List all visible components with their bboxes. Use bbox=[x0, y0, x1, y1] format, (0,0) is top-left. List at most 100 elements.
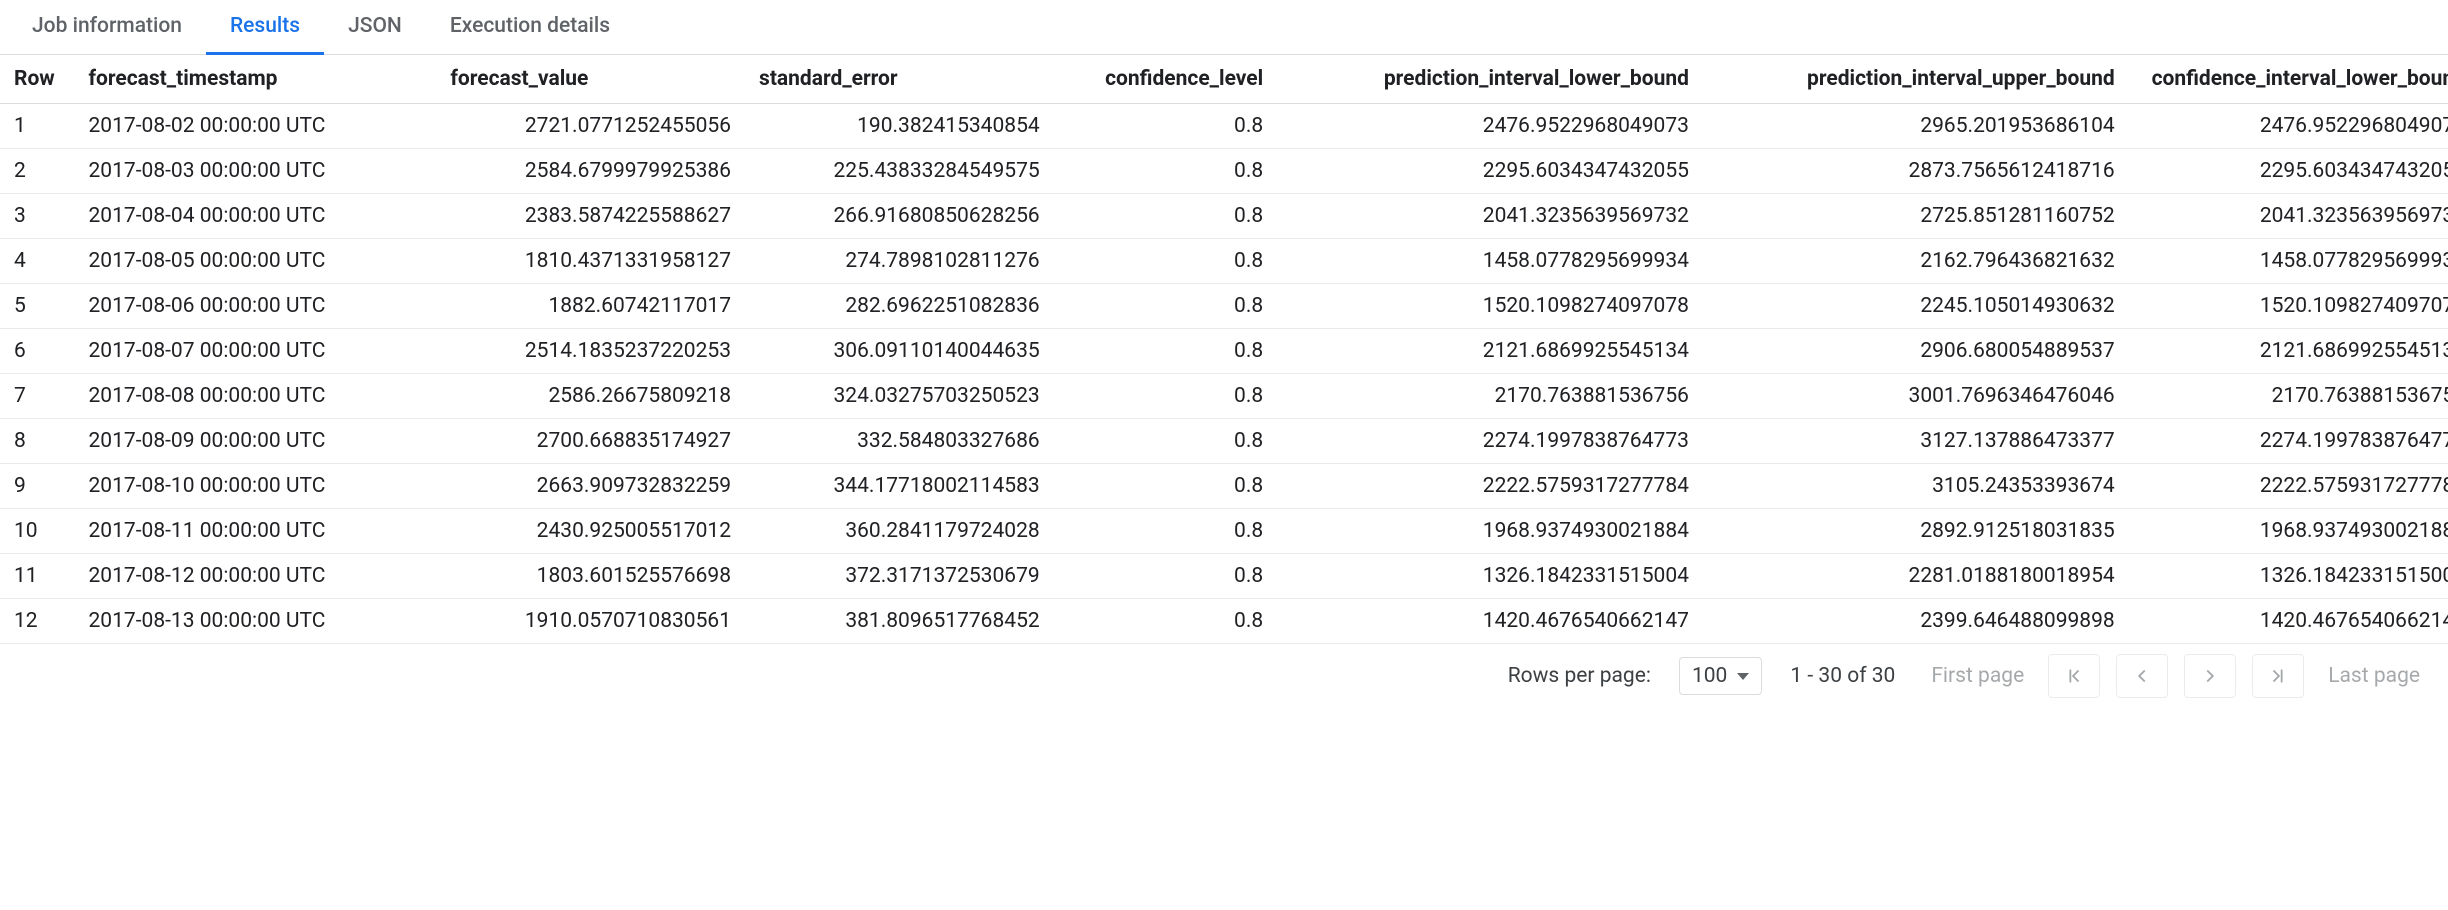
cell-cl: 0.8 bbox=[1054, 104, 1278, 149]
table-header-row: Row forecast_timestamp forecast_value st… bbox=[0, 55, 2448, 104]
col-header-row[interactable]: Row bbox=[0, 55, 75, 104]
cell-row: 4 bbox=[0, 239, 75, 284]
cell-pil: 2041.3235639569732 bbox=[1277, 194, 1703, 239]
col-header-confidence-lower[interactable]: confidence_interval_lower_bound bbox=[2129, 55, 2448, 104]
cell-fv: 1803.601525576698 bbox=[436, 554, 745, 599]
table-row[interactable]: 112017-08-12 00:00:00 UTC1803.6015255766… bbox=[0, 554, 2448, 599]
cell-se: 306.09110140044635 bbox=[745, 329, 1054, 374]
rows-per-page-select[interactable]: 100 bbox=[1679, 657, 1762, 695]
first-page-button[interactable]: First page bbox=[1923, 658, 2032, 694]
cell-piu: 2281.0188180018954 bbox=[1703, 554, 2129, 599]
table-row[interactable]: 52017-08-06 00:00:00 UTC1882.60742117017… bbox=[0, 284, 2448, 329]
cell-row: 6 bbox=[0, 329, 75, 374]
cell-row: 11 bbox=[0, 554, 75, 599]
table-row[interactable]: 92017-08-10 00:00:00 UTC2663.90973283225… bbox=[0, 464, 2448, 509]
cell-cil: 2295.6034347432055 bbox=[2129, 149, 2448, 194]
cell-cl: 0.8 bbox=[1054, 599, 1278, 644]
page-first-icon bbox=[2063, 665, 2085, 687]
col-header-prediction-lower[interactable]: prediction_interval_lower_bound bbox=[1277, 55, 1703, 104]
cell-row: 3 bbox=[0, 194, 75, 239]
table-row[interactable]: 12017-08-02 00:00:00 UTC2721.07712524550… bbox=[0, 104, 2448, 149]
cell-fv: 2586.26675809218 bbox=[436, 374, 745, 419]
cell-fv: 1882.60742117017 bbox=[436, 284, 745, 329]
cell-ts: 2017-08-08 00:00:00 UTC bbox=[75, 374, 437, 419]
col-header-prediction-upper[interactable]: prediction_interval_upper_bound bbox=[1703, 55, 2129, 104]
table-row[interactable]: 62017-08-07 00:00:00 UTC2514.18352372202… bbox=[0, 329, 2448, 374]
page-last-icon bbox=[2267, 665, 2289, 687]
cell-fv: 2584.6799979925386 bbox=[436, 149, 745, 194]
cell-fv: 2514.1835237220253 bbox=[436, 329, 745, 374]
cell-ts: 2017-08-13 00:00:00 UTC bbox=[75, 599, 437, 644]
table-row[interactable]: 32017-08-04 00:00:00 UTC2383.58742255886… bbox=[0, 194, 2448, 239]
last-page-icon-button[interactable] bbox=[2252, 654, 2304, 698]
cell-row: 9 bbox=[0, 464, 75, 509]
cell-piu: 2162.796436821632 bbox=[1703, 239, 2129, 284]
cell-pil: 2121.6869925545134 bbox=[1277, 329, 1703, 374]
cell-row: 2 bbox=[0, 149, 75, 194]
col-header-standard-error[interactable]: standard_error bbox=[745, 55, 1054, 104]
cell-se: 266.91680850628256 bbox=[745, 194, 1054, 239]
cell-ts: 2017-08-10 00:00:00 UTC bbox=[75, 464, 437, 509]
cell-cil: 1968.9374930021884 bbox=[2129, 509, 2448, 554]
cell-se: 324.03275703250523 bbox=[745, 374, 1054, 419]
cell-se: 282.6962251082836 bbox=[745, 284, 1054, 329]
cell-ts: 2017-08-02 00:00:00 UTC bbox=[75, 104, 437, 149]
cell-piu: 2873.7565612418716 bbox=[1703, 149, 2129, 194]
page-range: 1 - 30 of 30 bbox=[1790, 664, 1895, 688]
table-row[interactable]: 22017-08-03 00:00:00 UTC2584.67999799253… bbox=[0, 149, 2448, 194]
cell-piu: 2725.851281160752 bbox=[1703, 194, 2129, 239]
cell-se: 372.3171372530679 bbox=[745, 554, 1054, 599]
table-row[interactable]: 102017-08-11 00:00:00 UTC2430.9250055170… bbox=[0, 509, 2448, 554]
col-header-confidence-level[interactable]: confidence_level bbox=[1054, 55, 1278, 104]
col-header-forecast-value[interactable]: forecast_value bbox=[436, 55, 745, 104]
cell-piu: 3105.24353393674 bbox=[1703, 464, 2129, 509]
last-page-label: Last page bbox=[2328, 664, 2420, 688]
chevron-down-icon bbox=[1737, 673, 1749, 680]
last-page-button[interactable]: Last page bbox=[2320, 658, 2428, 694]
cell-fv: 2663.909732832259 bbox=[436, 464, 745, 509]
cell-fv: 1910.0570710830561 bbox=[436, 599, 745, 644]
table-row[interactable]: 82017-08-09 00:00:00 UTC2700.66883517492… bbox=[0, 419, 2448, 464]
cell-row: 1 bbox=[0, 104, 75, 149]
prev-page-button[interactable] bbox=[2116, 654, 2168, 698]
tab-job-information[interactable]: Job information bbox=[8, 0, 206, 55]
tab-results[interactable]: Results bbox=[206, 0, 324, 55]
cell-cil: 2121.6869925545134 bbox=[2129, 329, 2448, 374]
cell-ts: 2017-08-12 00:00:00 UTC bbox=[75, 554, 437, 599]
cell-cl: 0.8 bbox=[1054, 284, 1278, 329]
tab-execution-details[interactable]: Execution details bbox=[426, 0, 634, 55]
chevron-right-icon bbox=[2199, 665, 2221, 687]
cell-row: 5 bbox=[0, 284, 75, 329]
cell-ts: 2017-08-09 00:00:00 UTC bbox=[75, 419, 437, 464]
cell-se: 274.7898102811276 bbox=[745, 239, 1054, 284]
cell-cil: 2222.5759317277784 bbox=[2129, 464, 2448, 509]
table-body: 12017-08-02 00:00:00 UTC2721.07712524550… bbox=[0, 104, 2448, 644]
cell-ts: 2017-08-06 00:00:00 UTC bbox=[75, 284, 437, 329]
cell-ts: 2017-08-05 00:00:00 UTC bbox=[75, 239, 437, 284]
cell-se: 360.2841179724028 bbox=[745, 509, 1054, 554]
cell-piu: 2399.646488099898 bbox=[1703, 599, 2129, 644]
table-row[interactable]: 42017-08-05 00:00:00 UTC1810.43713319581… bbox=[0, 239, 2448, 284]
pager-nav: First page Last page bbox=[1923, 654, 2428, 698]
cell-pil: 2170.763881536756 bbox=[1277, 374, 1703, 419]
cell-pil: 1326.1842331515004 bbox=[1277, 554, 1703, 599]
cell-se: 190.382415340854 bbox=[745, 104, 1054, 149]
cell-fv: 1810.4371331958127 bbox=[436, 239, 745, 284]
cell-ts: 2017-08-11 00:00:00 UTC bbox=[75, 509, 437, 554]
table-row[interactable]: 122017-08-13 00:00:00 UTC1910.0570710830… bbox=[0, 599, 2448, 644]
next-page-button[interactable] bbox=[2184, 654, 2236, 698]
cell-cl: 0.8 bbox=[1054, 239, 1278, 284]
table-row[interactable]: 72017-08-08 00:00:00 UTC2586.26675809218… bbox=[0, 374, 2448, 419]
cell-se: 344.17718002114583 bbox=[745, 464, 1054, 509]
cell-ts: 2017-08-03 00:00:00 UTC bbox=[75, 149, 437, 194]
cell-pil: 1520.1098274097078 bbox=[1277, 284, 1703, 329]
first-page-icon-button[interactable] bbox=[2048, 654, 2100, 698]
tab-json[interactable]: JSON bbox=[324, 0, 426, 55]
cell-fv: 2383.5874225588627 bbox=[436, 194, 745, 239]
cell-cil: 2041.3235639569732 bbox=[2129, 194, 2448, 239]
cell-cil: 1326.1842331515004 bbox=[2129, 554, 2448, 599]
cell-fv: 2700.668835174927 bbox=[436, 419, 745, 464]
tabs-bar: Job information Results JSON Execution d… bbox=[0, 0, 2448, 55]
col-header-forecast-timestamp[interactable]: forecast_timestamp bbox=[75, 55, 437, 104]
chevron-left-icon bbox=[2131, 665, 2153, 687]
